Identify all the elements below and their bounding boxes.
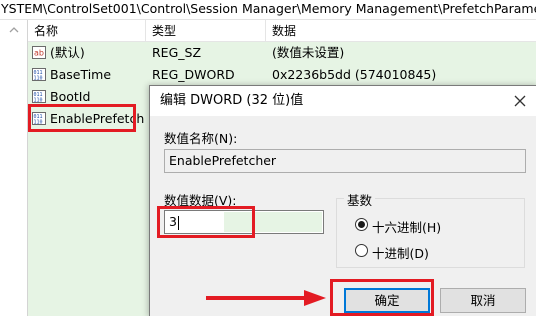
list-item[interactable]: ab (默认) REG_SZ (数值未设置)	[28, 42, 536, 63]
string-value-icon: ab	[32, 46, 46, 59]
radio-selected-dot	[358, 221, 365, 228]
scroll-up-icon[interactable]	[9, 25, 19, 35]
binary-value-icon: 011 110	[32, 68, 46, 81]
svg-text:110: 110	[34, 76, 43, 82]
dialog-titlebar[interactable]: 编辑 DWORD (32 位)值	[150, 86, 536, 116]
value-name: EnablePrefetch	[50, 111, 145, 126]
value-name: (默认)	[50, 45, 85, 60]
column-header-type[interactable]: 类型	[146, 20, 266, 42]
ok-button[interactable]: 确定	[344, 288, 430, 313]
hexadecimal-label[interactable]: 十六进制(H)	[372, 217, 441, 236]
svg-text:110: 110	[34, 98, 43, 104]
binary-value-icon: 011 110	[32, 112, 46, 125]
value-data: (数值未设置)	[272, 45, 345, 60]
value-data-highlight	[224, 212, 322, 232]
value-name-label: 数值名称(N):	[164, 131, 238, 146]
close-icon[interactable]	[511, 92, 529, 110]
decimal-label[interactable]: 十进制(D)	[372, 243, 429, 262]
base-label: 基数	[344, 190, 376, 209]
value-data-text: 3	[169, 214, 177, 229]
dialog-title: 编辑 DWORD (32 位)值	[160, 93, 304, 108]
column-header-name[interactable]: 名称	[28, 20, 146, 42]
annotation-arrow-icon	[206, 290, 326, 306]
address-bar[interactable]: YSTEM\ControlSet001\Control\Session Mana…	[0, 0, 536, 20]
key-tree-pane[interactable]	[0, 20, 28, 316]
list-item[interactable]: 011 110 BaseTime REG_DWORD 0x2236b5dd (5…	[28, 64, 536, 85]
column-header-data[interactable]: 数据	[266, 20, 536, 42]
decimal-radio[interactable]	[355, 244, 368, 257]
cancel-button[interactable]: 取消	[440, 288, 526, 313]
svg-text:ab: ab	[34, 49, 44, 58]
svg-text:110: 110	[34, 120, 43, 126]
value-data: 0x2236b5dd (574010845)	[272, 67, 437, 82]
text-cursor	[177, 215, 179, 230]
value-name: BaseTime	[50, 67, 112, 82]
value-name-field[interactable]: EnablePrefetcher	[164, 149, 526, 173]
value-type: REG_SZ	[152, 45, 202, 60]
column-headers: 名称 类型 数据	[28, 20, 536, 42]
value-type: REG_DWORD	[152, 67, 235, 82]
value-data-label: 数值数据(V):	[164, 193, 237, 208]
value-name: BootId	[50, 89, 91, 104]
hexadecimal-radio[interactable]	[355, 218, 368, 231]
edit-dword-dialog: 编辑 DWORD (32 位)值 数值名称(N): EnablePrefetch…	[149, 85, 536, 316]
binary-value-icon: 011 110	[32, 90, 46, 103]
address-path: YSTEM\ControlSet001\Control\Session Mana…	[1, 1, 536, 16]
